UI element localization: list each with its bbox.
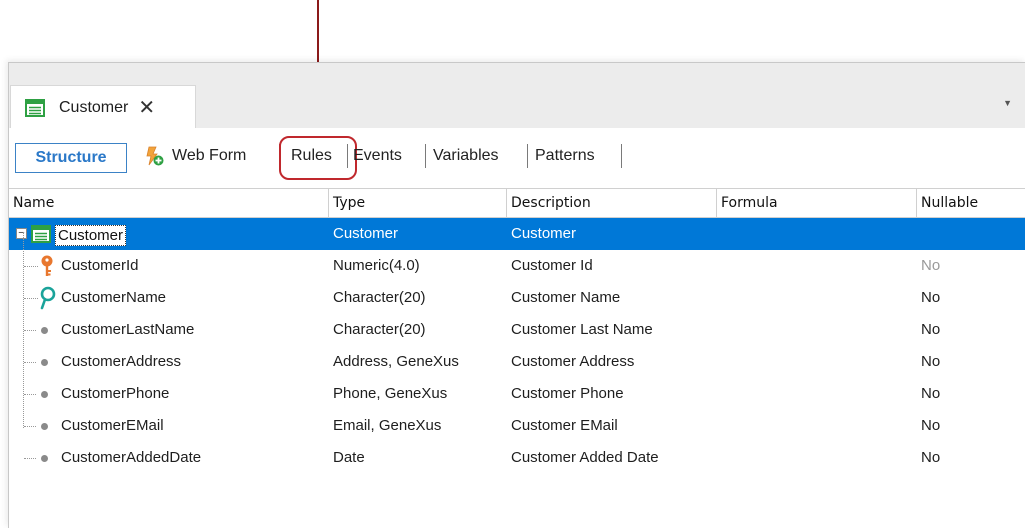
attribute-nullable: No: [921, 289, 941, 306]
attribute-name: CustomerId: [61, 257, 139, 274]
table-row[interactable]: CustomerAddress Address, GeneXus Custome…: [9, 346, 1025, 378]
table-row[interactable]: CustomerName Character(20) Customer Name…: [9, 282, 1025, 314]
attribute-description: Customer EMail: [511, 417, 618, 434]
tab-structure[interactable]: Structure: [15, 143, 127, 173]
table-row[interactable]: CustomerLastName Character(20) Customer …: [9, 314, 1025, 346]
structure-grid: Name Type Description Formula Nullable −…: [9, 180, 1025, 528]
tab-variables[interactable]: Variables: [433, 142, 499, 170]
attribute-nullable: No: [921, 449, 941, 466]
column-header-name[interactable]: Name: [9, 189, 329, 217]
table-row[interactable]: CustomerAddedDate Date Customer Added Da…: [9, 442, 1025, 474]
dot-icon: [41, 391, 48, 398]
attribute-description: Customer Phone: [511, 385, 624, 402]
attribute-name: CustomerName: [61, 289, 167, 306]
attribute-name: CustomerPhone: [61, 385, 170, 402]
attribute-nullable: No: [921, 417, 941, 434]
search-key-icon: [40, 286, 56, 310]
transaction-icon: [25, 98, 45, 117]
attribute-name: CustomerEMail: [61, 417, 164, 434]
editor-window: Customer ✕ ▼ Structure Web Form Rules Ev…: [8, 62, 1025, 528]
root-type: Customer: [333, 225, 399, 242]
dot-icon: [41, 423, 48, 430]
attribute-description: Customer Added Date: [511, 449, 659, 466]
document-tab-strip: Customer ✕ ▼: [9, 63, 1025, 129]
rules-highlight-box: [279, 136, 357, 180]
attribute-description: Customer Last Name: [511, 321, 653, 338]
tree-connector: [24, 458, 36, 459]
collapse-icon[interactable]: −: [16, 228, 27, 239]
dot-icon: [41, 455, 48, 462]
tree-connector: [24, 362, 36, 363]
web-form-icon: [146, 146, 164, 166]
grid-header: Name Type Description Formula Nullable: [9, 188, 1025, 218]
tree-connector: [24, 426, 36, 427]
tab-separator: [527, 144, 528, 168]
attribute-type: Character(20): [333, 321, 426, 338]
tree-connector: [24, 330, 36, 331]
column-header-formula[interactable]: Formula: [717, 189, 917, 217]
chevron-down-icon[interactable]: ▼: [1003, 98, 1012, 108]
attribute-name: CustomerAddress: [61, 353, 182, 370]
tab-web-form[interactable]: Web Form: [143, 142, 246, 170]
tab-separator: [621, 144, 622, 168]
transaction-icon: [31, 225, 51, 243]
document-tab-title: Customer: [59, 98, 129, 116]
attribute-nullable: No: [921, 321, 941, 338]
root-name: Customer: [55, 225, 127, 246]
attribute-type: Address, GeneXus: [333, 353, 459, 370]
dot-icon: [41, 359, 48, 366]
tree-connector: [24, 266, 38, 267]
attribute-description: Customer Address: [511, 353, 635, 370]
column-header-description[interactable]: Description: [507, 189, 717, 217]
object-part-tabs: Structure Web Form Rules Events Variable…: [9, 128, 1025, 180]
key-icon: [41, 255, 53, 276]
attribute-type: Numeric(4.0): [333, 257, 420, 274]
attribute-nullable: No: [921, 385, 941, 402]
attribute-description: Customer Id: [511, 257, 593, 274]
table-row[interactable]: CustomerPhone Phone, GeneXus Customer Ph…: [9, 378, 1025, 410]
tab-web-form-label: Web Form: [172, 147, 247, 164]
attribute-name: CustomerLastName: [61, 321, 195, 338]
table-row-root[interactable]: − Customer Customer Customer: [9, 218, 1025, 250]
column-header-nullable[interactable]: Nullable: [917, 189, 1025, 217]
dot-icon: [41, 327, 48, 334]
attribute-description: Customer Name: [511, 289, 621, 306]
tree-connector: [24, 298, 38, 299]
table-row[interactable]: CustomerId Numeric(4.0) Customer Id No: [9, 250, 1025, 282]
attribute-type: Date: [333, 449, 365, 466]
root-description: Customer: [511, 225, 577, 242]
table-row[interactable]: CustomerEMail Email, GeneXus Customer EM…: [9, 410, 1025, 442]
attribute-name: CustomerAddedDate: [61, 449, 202, 466]
tree-connector: [24, 394, 36, 395]
close-icon[interactable]: ✕: [138, 98, 155, 118]
tab-patterns[interactable]: Patterns: [535, 142, 595, 170]
tab-events[interactable]: Events: [353, 142, 402, 170]
attribute-nullable: No: [921, 257, 941, 274]
column-header-type[interactable]: Type: [329, 189, 507, 217]
attribute-type: Phone, GeneXus: [333, 385, 448, 402]
document-tab-customer[interactable]: Customer ✕: [10, 85, 196, 129]
attribute-nullable: No: [921, 353, 941, 370]
attribute-type: Email, GeneXus: [333, 417, 442, 434]
attribute-type: Character(20): [333, 289, 426, 306]
tab-separator: [425, 144, 426, 168]
